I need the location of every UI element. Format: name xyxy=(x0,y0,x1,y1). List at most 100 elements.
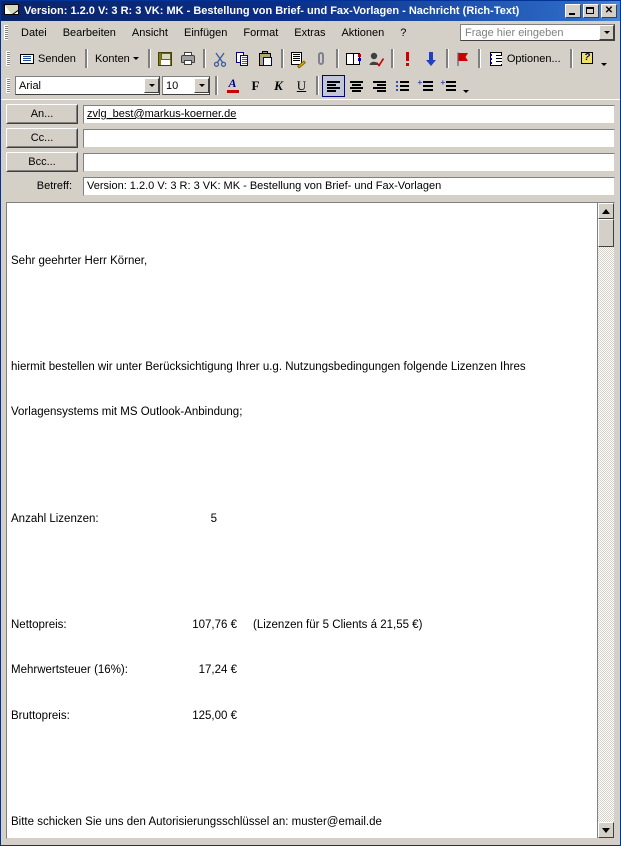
align-center-icon xyxy=(349,78,365,94)
high-importance-button[interactable] xyxy=(397,48,420,70)
menu-extras[interactable]: Extras xyxy=(286,24,333,42)
toolbar-separator xyxy=(215,76,218,95)
cut-button[interactable] xyxy=(209,48,232,70)
bullet-list-icon xyxy=(395,78,411,94)
bullets-button[interactable] xyxy=(391,75,414,97)
options-icon xyxy=(488,51,504,67)
italic-label: K xyxy=(274,77,283,93)
paste-button[interactable] xyxy=(255,48,278,70)
menu-datei[interactable]: Datei xyxy=(13,24,55,42)
menu-bearbeiten[interactable]: Bearbeiten xyxy=(55,24,124,42)
to-button-label: An... xyxy=(7,105,77,123)
menu-ansicht[interactable]: Ansicht xyxy=(124,24,176,42)
chevron-down-icon[interactable] xyxy=(194,78,209,93)
subject-row: Betreff: Version: 1.2.0 V: 3 R: 3 VK: MK… xyxy=(6,176,615,196)
message-body-area: Sehr geehrter Herr Körner, hiermit beste… xyxy=(6,202,615,839)
print-button[interactable] xyxy=(177,48,200,70)
flag-icon xyxy=(455,51,471,67)
toolbar-overflow-button[interactable] xyxy=(599,48,610,70)
maximize-button[interactable] xyxy=(583,4,599,18)
underline-button[interactable]: U xyxy=(290,75,313,97)
scroll-up-button[interactable] xyxy=(598,203,614,219)
copy-button[interactable] xyxy=(232,48,255,70)
outlook-message-window: Version: 1.2.0 V: 3 R: 3 VK: MK - Bestel… xyxy=(0,0,621,846)
menu-aktionen[interactable]: Aktionen xyxy=(333,24,392,42)
increase-indent-button[interactable]: + xyxy=(437,75,460,97)
font-color-button[interactable]: A xyxy=(221,75,244,97)
accounts-button[interactable]: Konten xyxy=(91,48,145,70)
quick-search-placeholder: Frage hier eingeben xyxy=(465,26,564,39)
body-intro-line1: hiermit bestellen wir unter Berücksichti… xyxy=(11,360,526,373)
menu-format[interactable]: Format xyxy=(235,24,286,42)
chevron-down-icon[interactable] xyxy=(144,78,159,93)
format-toolbar-overflow-button[interactable] xyxy=(460,75,471,97)
align-right-button[interactable] xyxy=(368,75,391,97)
to-button[interactable]: An... xyxy=(6,104,78,124)
scroll-down-button[interactable] xyxy=(598,822,614,838)
toolbar-separator xyxy=(445,49,449,68)
help-button[interactable]: ? xyxy=(576,48,599,70)
align-left-button[interactable] xyxy=(322,74,345,97)
insert-signature-button[interactable] xyxy=(287,48,310,70)
subject-input[interactable]: Version: 1.2.0 V: 3 R: 3 VK: MK - Bestel… xyxy=(83,176,615,196)
toolbar-separator xyxy=(147,49,151,68)
options-label: Optionen... xyxy=(506,52,561,65)
align-center-button[interactable] xyxy=(345,75,368,97)
low-importance-button[interactable] xyxy=(420,48,443,70)
save-button[interactable] xyxy=(154,48,177,70)
toolbar-separator xyxy=(390,49,394,68)
licenses-value: 5 xyxy=(210,512,217,525)
copy-icon xyxy=(235,51,251,67)
standard-toolbar: Senden Konten Optionen... ? xyxy=(1,45,620,72)
scrollbar-track[interactable] xyxy=(598,219,614,822)
close-button[interactable]: ✕ xyxy=(601,4,617,18)
toolbar-separator xyxy=(316,76,319,95)
down-arrow-icon xyxy=(423,51,439,67)
gross-label: Bruttopreis: xyxy=(11,710,70,723)
menu-einfuegen[interactable]: Einfügen xyxy=(176,24,235,42)
message-body-editor[interactable]: Sehr geehrter Herr Körner, hiermit beste… xyxy=(7,203,597,838)
envelope-icon xyxy=(4,4,20,18)
toolbar-grip-handle[interactable] xyxy=(6,51,10,66)
font-size-combo[interactable]: 10 xyxy=(162,76,210,95)
toolbar-separator xyxy=(84,49,88,68)
format-toolbar-grip-handle[interactable] xyxy=(6,78,10,93)
send-button[interactable]: Senden xyxy=(15,48,82,70)
gross-value: 125,00 € xyxy=(192,710,237,723)
net-note: (Lizenzen für 5 Clients á 21,55 €) xyxy=(253,618,423,631)
address-book-button[interactable] xyxy=(342,48,365,70)
options-button[interactable]: Optionen... xyxy=(484,48,567,70)
body-vertical-scrollbar[interactable] xyxy=(597,203,614,838)
check-names-button[interactable] xyxy=(365,48,388,70)
send-label: Senden xyxy=(38,52,76,65)
bcc-input[interactable] xyxy=(83,152,615,172)
toolbar-separator xyxy=(569,49,573,68)
printer-icon xyxy=(180,51,196,67)
minimize-button[interactable] xyxy=(565,4,581,18)
toolbar-separator xyxy=(477,49,481,68)
to-input[interactable]: zvlg_best@markus-koerner.de xyxy=(83,104,615,124)
menu-help[interactable]: ? xyxy=(392,24,414,42)
font-color-icon: A xyxy=(225,76,241,94)
cc-button[interactable]: Cc... xyxy=(6,128,78,148)
decrease-indent-button[interactable]: + xyxy=(414,75,437,97)
decrease-indent-icon: + xyxy=(418,78,434,94)
cc-input[interactable] xyxy=(83,128,615,148)
italic-button[interactable]: K xyxy=(267,75,290,97)
menu-grip-handle[interactable] xyxy=(4,25,8,40)
paperclip-icon xyxy=(313,51,329,67)
scrollbar-thumb[interactable] xyxy=(598,219,614,247)
bold-button[interactable]: F xyxy=(244,75,267,97)
font-size-value: 10 xyxy=(166,79,179,92)
quick-search-box[interactable]: Frage hier eingeben xyxy=(460,24,615,41)
menu-bar: Datei Bearbeiten Ansicht Einfügen Format… xyxy=(1,21,620,45)
chevron-down-icon[interactable] xyxy=(599,25,614,40)
follow-up-flag-button[interactable] xyxy=(452,48,475,70)
chevron-down-icon xyxy=(132,57,139,60)
title-bar[interactable]: Version: 1.2.0 V: 3 R: 3 VK: MK - Bestel… xyxy=(1,1,620,21)
bcc-button[interactable]: Bcc... xyxy=(6,152,78,172)
save-disk-icon xyxy=(157,51,173,67)
vat-value: 17,24 € xyxy=(198,664,237,677)
attach-file-button[interactable] xyxy=(310,48,333,70)
font-name-combo[interactable]: Arial xyxy=(15,76,160,95)
